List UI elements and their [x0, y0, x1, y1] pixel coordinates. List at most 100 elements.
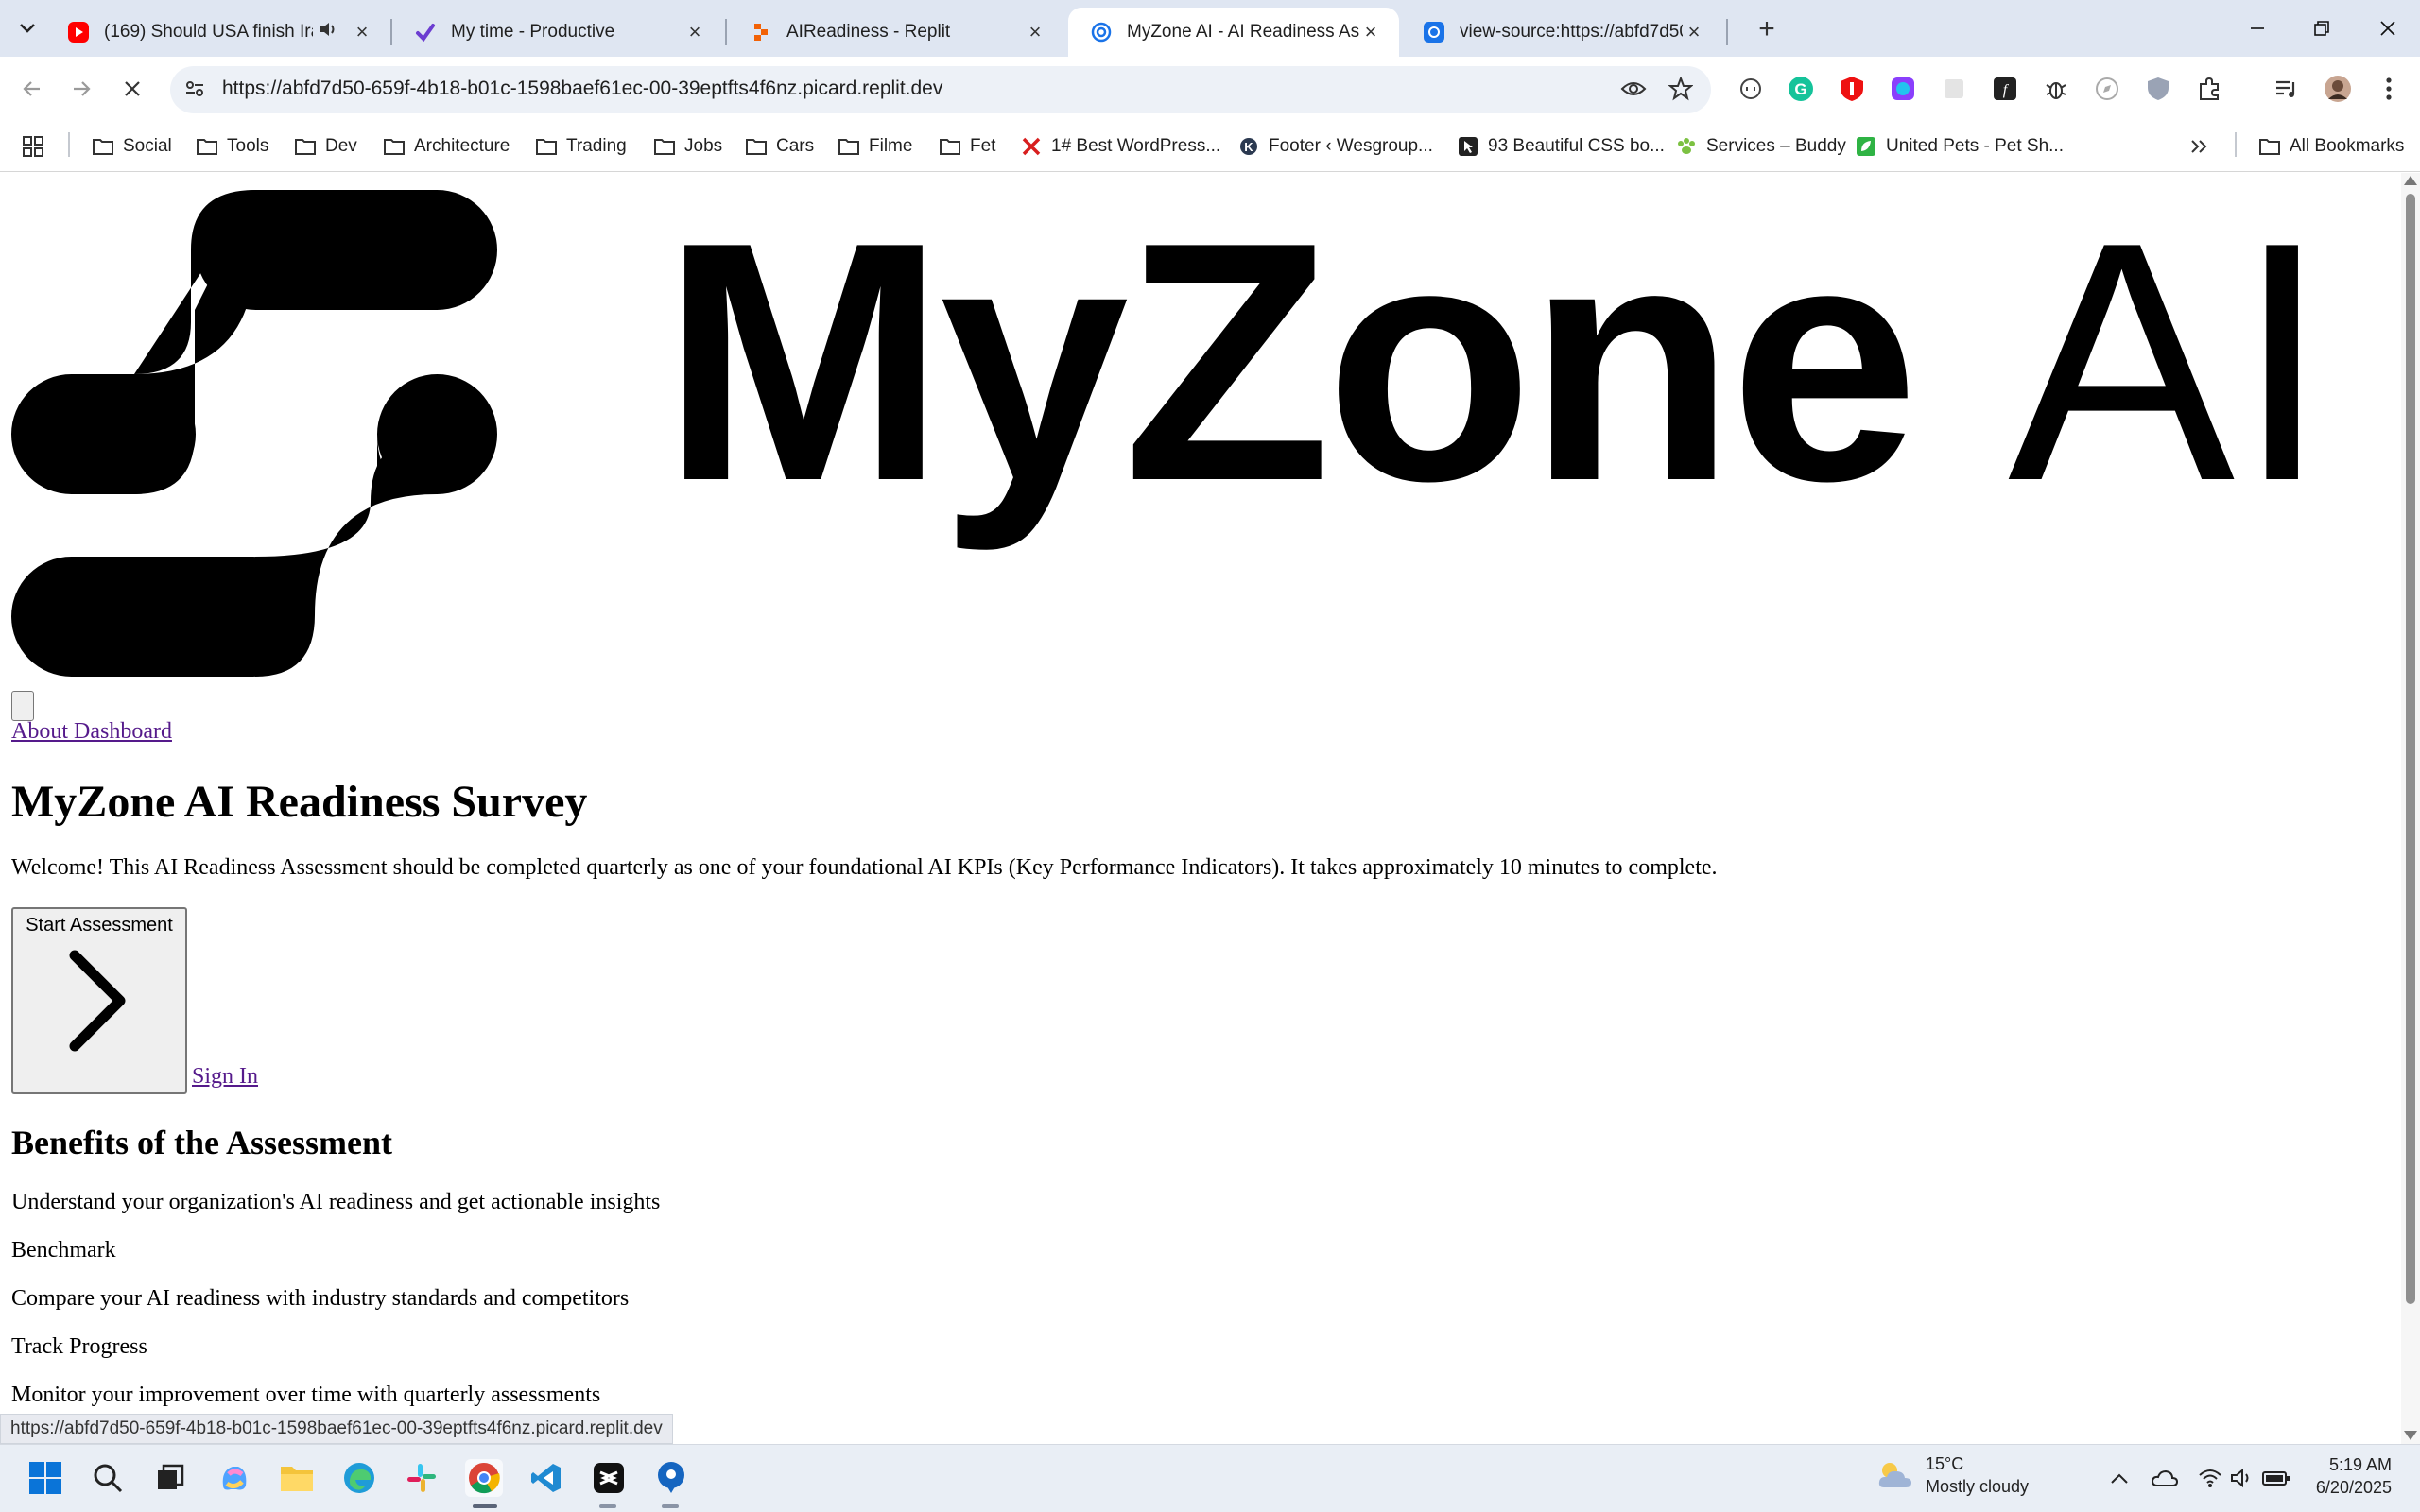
- taskbar-maps[interactable]: [652, 1459, 690, 1497]
- task-view-button[interactable]: [151, 1459, 189, 1497]
- close-window-button[interactable]: [2369, 11, 2407, 45]
- colorzilla-icon[interactable]: [1888, 74, 1918, 104]
- taskbar-chrome[interactable]: [465, 1459, 503, 1497]
- start-assessment-button[interactable]: Start Assessment: [11, 907, 187, 1094]
- arrow-right-icon: [74, 81, 91, 96]
- bookmark-folder-filme[interactable]: Filme: [838, 129, 912, 164]
- folder-icon: [281, 1467, 313, 1491]
- tab-search-button[interactable]: [13, 14, 42, 43]
- back-button[interactable]: [15, 72, 49, 106]
- grammarly-icon[interactable]: G: [1786, 74, 1816, 104]
- chevron-double-right-icon: [2191, 140, 2207, 153]
- tab-youtube[interactable]: (169) Should USA finish Iran ×: [45, 8, 390, 57]
- taskbar-search-button[interactable]: [89, 1459, 127, 1497]
- scroll-down-arrow-icon[interactable]: [2404, 1431, 2417, 1440]
- tune-icon: [186, 81, 203, 96]
- vscode-icon: [531, 1464, 561, 1492]
- close-icon[interactable]: ×: [683, 20, 706, 43]
- taskbar-vscode[interactable]: [527, 1459, 565, 1497]
- bookmarks-separator: [68, 132, 70, 157]
- onedrive-icon[interactable]: [2150, 1463, 2180, 1493]
- taskbar-slack[interactable]: [403, 1459, 441, 1497]
- bookmark-folder-jobs[interactable]: Jobs: [654, 129, 722, 164]
- tab-title: view-source:https://abfd7d50-6: [1460, 22, 1683, 42]
- taskbar-file-explorer[interactable]: [278, 1459, 316, 1497]
- bookmark-folder-trading[interactable]: Trading: [536, 129, 627, 164]
- extension-icon[interactable]: [1736, 74, 1766, 104]
- apps-grid-button[interactable]: [23, 129, 43, 164]
- close-icon[interactable]: ×: [1683, 20, 1705, 43]
- bookmark-folder-fet[interactable]: Fet: [940, 129, 995, 164]
- profile-avatar[interactable]: [2323, 74, 2353, 104]
- taskbar-active-indicator: [473, 1504, 497, 1508]
- adblock-icon[interactable]: [1837, 74, 1867, 104]
- tab-title: MyZone AI - AI Readiness Asse: [1127, 22, 1359, 42]
- about-dashboard-link[interactable]: About Dashboard: [11, 719, 172, 745]
- taskbar-copilot[interactable]: [216, 1459, 253, 1497]
- bookmark-folder-dev[interactable]: Dev: [295, 129, 357, 164]
- folder-icon: [838, 139, 859, 155]
- sign-in-link[interactable]: Sign In: [192, 1064, 258, 1090]
- bookmark-united-pets[interactable]: United Pets - Pet Sh...: [1856, 129, 2064, 164]
- bookmarks-overflow-button[interactable]: [2189, 129, 2208, 164]
- benefits-heading: Benefits of the Assessment: [11, 1124, 392, 1161]
- bookmark-best-wordpress[interactable]: 1# Best WordPress...: [1021, 129, 1220, 164]
- minimize-button[interactable]: [2238, 11, 2276, 45]
- battery-icon[interactable]: [2261, 1463, 2291, 1493]
- tab-productive[interactable]: My time - Productive ×: [392, 8, 723, 57]
- tray-overflow-chevron-icon[interactable]: [2104, 1463, 2135, 1493]
- myzone-logo-icon: [11, 190, 497, 677]
- taskbar-edge[interactable]: [340, 1459, 378, 1497]
- speaker-icon[interactable]: [319, 20, 337, 44]
- shield-icon[interactable]: [2143, 74, 2173, 104]
- bookmark-css-borders[interactable]: 93 Beautiful CSS bo...: [1458, 129, 1665, 164]
- scroll-up-arrow-icon[interactable]: [2404, 176, 2417, 185]
- bookmark-footer-wesgroup[interactable]: K Footer ‹ Wesgroup...: [1238, 129, 1433, 164]
- benefit-title: Benchmark: [11, 1238, 116, 1263]
- restore-button[interactable]: [2303, 11, 2341, 45]
- taskbar-capcut[interactable]: [590, 1459, 628, 1497]
- volume-icon[interactable]: [2227, 1463, 2257, 1493]
- tab-myzone-active[interactable]: MyZone AI - AI Readiness Asse ×: [1068, 8, 1399, 57]
- bookmark-folder-social[interactable]: Social: [93, 129, 172, 164]
- bookmark-folder-cars[interactable]: Cars: [746, 129, 814, 164]
- stop-loading-button[interactable]: [115, 72, 149, 106]
- bookmark-services-buddy[interactable]: Services – Buddy: [1676, 129, 1846, 164]
- benefit-text: Understand your organization's AI readin…: [11, 1190, 661, 1214]
- slack-icon: [407, 1464, 436, 1492]
- bookmark-label: 93 Beautiful CSS bo...: [1488, 136, 1665, 156]
- close-icon[interactable]: ×: [1359, 20, 1382, 43]
- scrollbar-thumb[interactable]: [2406, 194, 2415, 1304]
- page-viewport: MyZone AI About Dashboard MyZone AI Readi…: [0, 173, 2401, 1444]
- forward-button[interactable]: [64, 72, 98, 106]
- clock-date: 6/20/2025: [2315, 1478, 2392, 1497]
- weather-widget[interactable]: 15°C Mostly cloudy: [1876, 1452, 2029, 1498]
- close-icon[interactable]: ×: [351, 20, 373, 43]
- close-icon[interactable]: ×: [1024, 20, 1046, 43]
- bookmark-star-icon[interactable]: [1666, 74, 1696, 104]
- extensions-puzzle-icon[interactable]: [2194, 74, 2224, 104]
- fontface-icon[interactable]: f: [1990, 74, 2020, 104]
- taskbar-clock[interactable]: 5:19 AM 6/20/2025: [2307, 1453, 2392, 1499]
- new-tab-button[interactable]: +: [1751, 13, 1783, 45]
- wifi-icon[interactable]: [2195, 1463, 2225, 1493]
- paw-icon: [1678, 138, 1695, 154]
- bookmark-folder-tools[interactable]: Tools: [197, 129, 268, 164]
- url-text[interactable]: https://abfd7d50-659f-4b18-b01c-1598baef…: [222, 77, 942, 100]
- extension-placeholder-icon[interactable]: [1939, 74, 1969, 104]
- bookmark-folder-architecture[interactable]: Architecture: [384, 129, 510, 164]
- kebab-menu-icon[interactable]: [2374, 74, 2404, 104]
- media-queue-icon[interactable]: [2272, 74, 2302, 104]
- eye-icon[interactable]: [1618, 74, 1649, 104]
- bug-icon[interactable]: [2041, 74, 2071, 104]
- site-info-button[interactable]: [180, 74, 210, 104]
- leaf-icon: [1857, 137, 1876, 156]
- compass-icon[interactable]: [2092, 74, 2122, 104]
- menu-button[interactable]: [11, 691, 34, 721]
- tab-view-source[interactable]: view-source:https://abfd7d50-6 ×: [1401, 8, 1722, 57]
- all-bookmarks-button[interactable]: All Bookmarks: [2259, 129, 2404, 164]
- tab-replit[interactable]: AIReadiness - Replit ×: [728, 8, 1063, 57]
- weather-temp: 15°C: [1926, 1454, 1964, 1473]
- tab-separator: [725, 19, 727, 45]
- start-button[interactable]: [26, 1459, 64, 1497]
